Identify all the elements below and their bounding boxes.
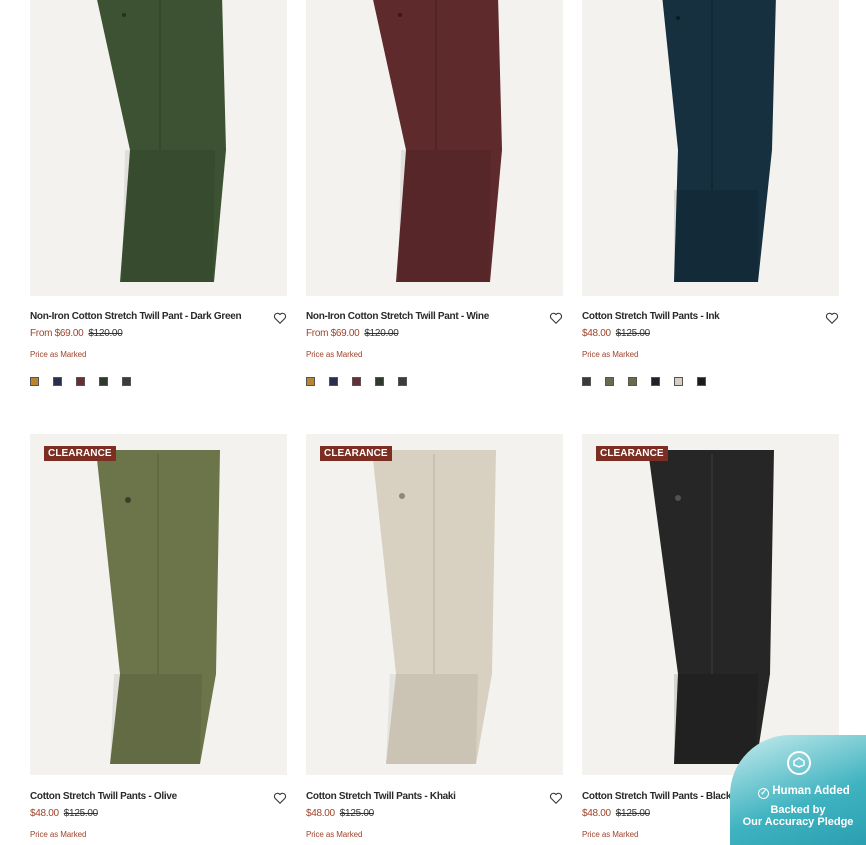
sale-price: $48.00 [306,808,335,819]
check-circle-icon: ✓ [758,788,770,799]
color-swatch[interactable] [398,377,407,386]
accuracy-pledge-label: Our Accuracy Pledge [742,816,854,828]
price-note: Price as Marked [306,830,363,839]
product-title[interactable]: Non-Iron Cotton Stretch Twill Pant - Dar… [30,311,265,322]
pants-image [97,0,226,282]
price-row: $48.00 $125.00 [30,808,287,819]
color-swatches [306,377,563,386]
backed-by-label: Backed by [770,804,826,816]
sale-price: From $69.00 [306,328,360,339]
color-swatch[interactable] [674,377,683,386]
color-swatch[interactable] [697,377,706,386]
price-note: Price as Marked [30,350,87,359]
clearance-badge: CLEARANCE [320,446,392,461]
pledge-logo-icon [787,751,811,775]
pants-image [372,450,496,764]
pants-image [373,0,502,282]
color-swatch[interactable] [306,377,315,386]
original-price: $125.00 [615,808,650,819]
price-row: $48.00 $125.00 [306,808,563,819]
color-swatch[interactable] [329,377,338,386]
color-swatch[interactable] [99,377,108,386]
color-swatch[interactable] [582,377,591,386]
product-image[interactable]: CLEARANCE [30,434,287,775]
product-title[interactable]: Cotton Stretch Twill Pants - Black [582,791,732,802]
wishlist-heart-icon[interactable] [273,311,287,325]
price-note: Price as Marked [30,830,87,839]
sale-price: From $69.00 [30,328,84,339]
color-swatch[interactable] [352,377,361,386]
original-price: $120.00 [88,328,123,339]
price-row: From $69.00 $120.00 [30,328,287,339]
accuracy-pledge-widget[interactable]: ✓ Human Added Backed by Our Accuracy Pled… [730,735,866,845]
color-swatch[interactable] [605,377,614,386]
color-swatch[interactable] [53,377,62,386]
product-title[interactable]: Cotton Stretch Twill Pants - Ink [582,311,817,322]
sale-price: $48.00 [30,808,59,819]
color-swatches [582,377,839,386]
product-info: Cotton Stretch Twill Pants - Ink $48.00 $… [582,311,839,386]
product-info: Cotton Stretch Twill Pants - Olive $48.0… [30,791,287,839]
product-image[interactable]: CLEARANCE [306,434,563,775]
pants-image [96,450,220,764]
price-row: $48.00 $125.00 [582,328,839,339]
color-swatch[interactable] [122,377,131,386]
product-image[interactable] [30,0,287,296]
color-swatch[interactable] [375,377,384,386]
color-swatch[interactable] [628,377,637,386]
product-info: Cotton Stretch Twill Pants - Khaki $48.0… [306,791,563,839]
wishlist-heart-icon[interactable] [273,791,287,805]
product-image[interactable]: CLEARANCE [582,434,839,775]
price-note: Price as Marked [306,350,363,359]
pants-image [648,450,774,764]
original-price: $125.00 [615,328,650,339]
clearance-badge: CLEARANCE [596,446,668,461]
clearance-badge: CLEARANCE [44,446,116,461]
human-added-label: ✓ Human Added [744,785,864,799]
product-title[interactable]: Non-Iron Cotton Stretch Twill Pant - Win… [306,311,541,322]
product-title[interactable]: Cotton Stretch Twill Pants - Olive [30,791,265,802]
product-image[interactable] [582,0,839,296]
original-price: $125.00 [63,808,98,819]
original-price: $125.00 [339,808,374,819]
price-note: Price as Marked [582,350,639,359]
sale-price: $48.00 [582,808,611,819]
sale-price: $48.00 [582,328,611,339]
price-row: From $69.00 $120.00 [306,328,563,339]
product-image[interactable] [306,0,563,296]
product-info: Non-Iron Cotton Stretch Twill Pant - Win… [306,311,563,386]
pants-image [662,0,776,282]
wishlist-heart-icon[interactable] [825,311,839,325]
color-swatch[interactable] [30,377,39,386]
product-title[interactable]: Cotton Stretch Twill Pants - Khaki [306,791,541,802]
wishlist-heart-icon[interactable] [549,311,563,325]
color-swatch[interactable] [76,377,85,386]
color-swatches [30,377,287,386]
original-price: $120.00 [364,328,399,339]
wishlist-heart-icon[interactable] [549,791,563,805]
product-info: Non-Iron Cotton Stretch Twill Pant - Dar… [30,311,287,386]
color-swatch[interactable] [651,377,660,386]
